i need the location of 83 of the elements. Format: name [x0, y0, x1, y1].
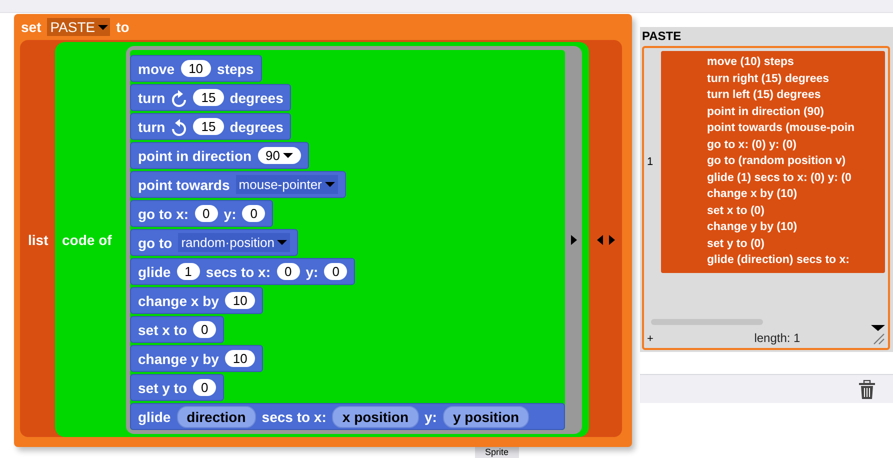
motion-block[interactable]: glide direction secs to x: x position y: y position [130, 403, 565, 430]
number-slot[interactable]: 15 [193, 89, 224, 106]
number-slot[interactable]: 0 [242, 205, 266, 222]
block-label: y: [424, 408, 437, 424]
cell-text-line: turn right (15) degrees [707, 72, 830, 86]
trash-icon[interactable] [859, 380, 875, 398]
reporter-block[interactable]: y position [442, 406, 530, 428]
block-label: turn [138, 90, 166, 106]
cell-text-line: glide (1) secs to x: (0) y: (0 [707, 170, 852, 186]
cell-text-line: point in direction (90) [707, 104, 825, 120]
block-label: change y by [138, 350, 219, 366]
number-slot[interactable]: 1 [176, 263, 200, 280]
block-label: list [28, 232, 50, 248]
number-slot[interactable]: 10 [224, 292, 256, 309]
cell-text-line: go to (random position v) [707, 154, 847, 169]
cell-text-line: glide (direction) secs to x: [707, 253, 850, 268]
block-label: secs to x: [262, 408, 326, 424]
cell-text-line: set x to (0) [707, 204, 766, 218]
number-slot[interactable]: 0 [276, 263, 300, 280]
block-label: degrees [230, 90, 284, 106]
variable-dropdown[interactable]: PASTE [47, 18, 110, 36]
block-label: set x to [138, 322, 188, 338]
motion-block[interactable]: point in direction 90 [130, 142, 310, 169]
block-label: set y to [138, 380, 188, 396]
motion-block[interactable]: go to random·position [130, 229, 298, 256]
motion-block[interactable]: move 10 steps [130, 55, 262, 82]
cell-text-line: move (10) steps [707, 55, 795, 70]
motion-block[interactable]: turn 15 degrees [130, 113, 292, 140]
block-label: code of [62, 232, 113, 248]
motion-block[interactable]: set y to 0 [130, 374, 224, 401]
number-slot[interactable]: 10 [224, 350, 256, 367]
rotate-counterclockwise-icon [171, 118, 188, 136]
block-label: point in direction [138, 148, 252, 164]
block-label: move [138, 60, 175, 76]
rotate-clockwise-icon [171, 88, 188, 106]
motion-block[interactable]: turn 15 degrees [130, 84, 292, 111]
block-label: degrees [230, 118, 284, 134]
number-slot[interactable]: 0 [193, 379, 216, 396]
add-button[interactable]: + [647, 332, 654, 344]
expand-arrow-icon[interactable] [571, 235, 577, 245]
block-label: glide [138, 408, 171, 424]
sprite-tab[interactable]: Sprite [475, 446, 519, 458]
cell-text-line: turn left (15) degrees [707, 88, 822, 103]
motion-block[interactable]: set x to 0 [130, 316, 224, 343]
block-label: point towards [138, 176, 230, 192]
cell-text-line: set y to (0) [707, 236, 766, 252]
block-label: secs to x: [206, 264, 270, 280]
motion-block[interactable]: go to x: 0 y: 0 [130, 200, 274, 227]
cell-text-line: change y by (10) [707, 220, 798, 235]
block-label: go to x: [138, 206, 189, 222]
arrows-icon[interactable] [597, 234, 615, 244]
watcher-title: PASTE [642, 29, 682, 45]
list-index: 1 [647, 156, 654, 168]
number-slot[interactable]: 0 [324, 263, 348, 280]
number-slot[interactable]: 0 [194, 205, 218, 222]
motion-block[interactable]: point towards mouse-pointer [130, 171, 346, 198]
cell-text-line: point towards (mouse-poin [707, 121, 856, 136]
number-dropdown[interactable]: 90 [258, 147, 302, 164]
block-label: steps [217, 60, 254, 76]
length-label: length: 1 [754, 330, 800, 344]
block-label: turn [138, 118, 166, 134]
script-ring[interactable] [126, 46, 582, 434]
scrollbar[interactable] [651, 318, 763, 324]
option-dropdown[interactable]: random·position [178, 233, 290, 252]
number-slot[interactable]: 10 [180, 60, 212, 77]
motion-block[interactable]: change y by 10 [130, 345, 264, 372]
block-label: y: [224, 206, 236, 222]
block-label: y: [306, 264, 318, 280]
resize-handle-icon[interactable] [870, 324, 885, 344]
motion-block[interactable]: glide 1 secs to x: 0 y: 0 [130, 258, 356, 285]
number-slot[interactable]: 15 [193, 118, 224, 135]
cell-text-line: change x by (10) [707, 187, 798, 202]
block-label: go to [138, 234, 172, 250]
motion-block[interactable]: change x by 10 [130, 287, 264, 314]
option-dropdown[interactable]: mouse-pointer [236, 175, 338, 194]
block-label: change x by [138, 292, 219, 308]
block-label: to [116, 19, 130, 35]
block-label: glide [138, 264, 171, 280]
block-label: set [21, 19, 42, 35]
reporter-block[interactable]: x position [332, 406, 419, 428]
reporter-block[interactable]: direction [176, 406, 256, 428]
number-slot[interactable]: 0 [193, 321, 216, 338]
cell-text-line: go to x: (0) y: (0) [707, 138, 798, 152]
